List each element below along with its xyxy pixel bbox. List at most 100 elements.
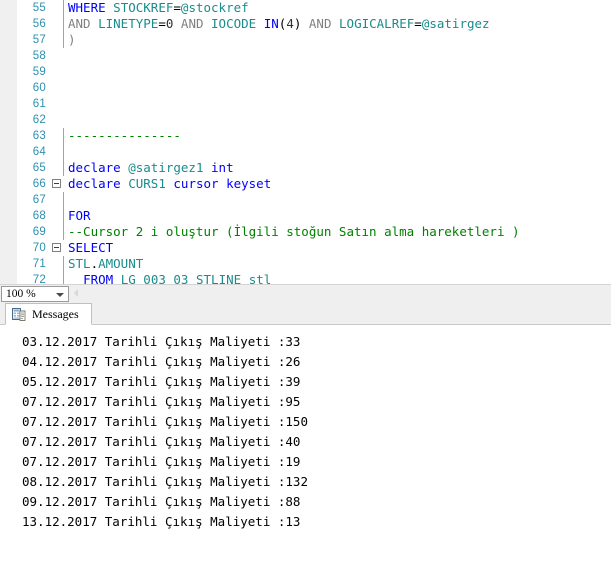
messages-output[interactable]: 03.12.2017 Tarihli Çıkış Maliyeti :33 04.… bbox=[0, 325, 611, 581]
code-line[interactable]: 61 bbox=[0, 96, 611, 112]
indent-guide bbox=[63, 160, 64, 176]
code-line[interactable]: 69 --Cursor 2 i oluştur (İlgili stoğun Sa… bbox=[0, 224, 611, 240]
zoom-level-dropdown[interactable]: 100 % bbox=[1, 286, 69, 302]
message-line: 04.12.2017 Tarihli Çıkış Maliyeti :26 bbox=[22, 354, 301, 369]
code-line[interactable]: 58 bbox=[0, 48, 611, 64]
code-token: AND bbox=[308, 16, 332, 31]
code-text: SELECT bbox=[68, 240, 113, 256]
line-number: 65 bbox=[32, 162, 46, 174]
line-number: 72 bbox=[32, 274, 46, 284]
code-token: keyset bbox=[226, 176, 272, 191]
code-line[interactable]: 60 bbox=[0, 80, 611, 96]
line-number: 60 bbox=[32, 82, 46, 94]
chevron-down-icon bbox=[56, 293, 64, 297]
code-token: IOCODE bbox=[211, 16, 257, 31]
code-token: = bbox=[158, 16, 166, 31]
collapse-toggle-icon[interactable] bbox=[52, 243, 61, 252]
code-text: WHERE STOCKREF=@stockref bbox=[68, 0, 249, 16]
code-line[interactable]: 57) bbox=[0, 32, 611, 48]
line-number: 67 bbox=[32, 194, 46, 206]
indent-guide bbox=[63, 144, 64, 160]
results-pane: Messages 03.12.2017 Tarihli Çıkış Maliye… bbox=[0, 302, 611, 581]
code-line[interactable]: 66 declare CURS1 cursor keyset bbox=[0, 176, 611, 192]
code-token: stl bbox=[248, 272, 272, 284]
message-line: 13.12.2017 Tarihli Çıkış Maliyeti :13 bbox=[22, 514, 301, 529]
message-line: 07.12.2017 Tarihli Çıkış Maliyeti :40 bbox=[22, 434, 301, 449]
indent-guide bbox=[63, 208, 64, 224]
code-text: FOR bbox=[68, 208, 91, 224]
code-token: STLINE bbox=[196, 272, 242, 284]
line-number: 69 bbox=[32, 226, 46, 238]
code-line[interactable]: 65 declare @satirgez1 int bbox=[0, 160, 611, 176]
line-number: 61 bbox=[32, 98, 46, 110]
indent-guide bbox=[63, 224, 64, 240]
code-token: @satirgez bbox=[421, 16, 490, 31]
indent-guide bbox=[63, 0, 64, 16]
code-line[interactable]: 72 FROM LG 003 03 STLINE stl bbox=[0, 272, 611, 284]
message-line: 03.12.2017 Tarihli Çıkış Maliyeti :33 bbox=[22, 334, 301, 349]
line-number: 68 bbox=[32, 210, 46, 222]
code-token: ) bbox=[68, 32, 76, 47]
code-line[interactable]: 67 bbox=[0, 192, 611, 208]
line-number: 66 bbox=[32, 178, 46, 190]
code-token: FOR bbox=[68, 208, 91, 223]
code-token: WHERE bbox=[68, 0, 106, 15]
collapse-toggle-icon[interactable] bbox=[52, 179, 61, 188]
code-text: declare CURS1 cursor keyset bbox=[68, 176, 271, 192]
code-token: LOGICALREF bbox=[339, 16, 415, 31]
code-token: SELECT bbox=[68, 240, 114, 255]
code-text: --Cursor 2 i oluştur (İlgili stoğun Satı… bbox=[68, 224, 520, 240]
code-line[interactable]: 56 AND LINETYPE=0 AND IOCODE IN(4) AND LO… bbox=[0, 16, 611, 32]
code-text: ) bbox=[68, 32, 76, 48]
code-line[interactable]: 71 STL.AMOUNT bbox=[0, 256, 611, 272]
code-token: AND bbox=[180, 16, 204, 31]
code-token: 4 bbox=[286, 16, 294, 31]
indent-guide bbox=[63, 16, 64, 32]
message-line: 07.12.2017 Tarihli Çıkış Maliyeti :95 bbox=[22, 394, 301, 409]
indent-guide bbox=[63, 128, 64, 144]
code-line[interactable]: 68 FOR bbox=[0, 208, 611, 224]
code-token: declare bbox=[68, 176, 121, 191]
editor-status-bar: 100 % bbox=[0, 284, 611, 302]
tab-messages[interactable]: Messages bbox=[5, 303, 92, 325]
code-token: 003 bbox=[143, 272, 166, 284]
message-line: 05.12.2017 Tarihli Çıkış Maliyeti :39 bbox=[22, 374, 301, 389]
code-token: STOCKREF bbox=[113, 0, 174, 15]
scroll-left-arrow-icon[interactable] bbox=[74, 289, 78, 297]
code-token: int bbox=[211, 160, 234, 175]
code-token: AMOUNT bbox=[98, 256, 144, 271]
code-token: CURS1 bbox=[128, 176, 166, 191]
code-line-list[interactable]: 55 WHERE STOCKREF=@stockref 56 AND LINETYPE… bbox=[0, 0, 611, 284]
line-number: 62 bbox=[32, 114, 46, 126]
code-text: FROM LG 003 03 STLINE stl bbox=[68, 272, 271, 284]
line-number: 63 bbox=[32, 130, 46, 142]
code-line[interactable]: 62 bbox=[0, 112, 611, 128]
line-number: 64 bbox=[32, 146, 46, 158]
code-line[interactable]: 55 WHERE STOCKREF=@stockref bbox=[0, 0, 611, 16]
code-token: . bbox=[90, 256, 99, 271]
code-line[interactable]: 59 bbox=[0, 64, 611, 80]
code-token: cursor bbox=[173, 176, 219, 191]
code-text: STL.AMOUNT bbox=[68, 256, 143, 272]
message-line: 08.12.2017 Tarihli Çıkış Maliyeti :132 bbox=[22, 474, 308, 489]
code-line[interactable]: 63 --------------- bbox=[0, 128, 611, 144]
line-number: 55 bbox=[32, 2, 46, 14]
code-line[interactable]: 70 SELECT bbox=[0, 240, 611, 256]
sql-editor-pane[interactable]: 55 WHERE STOCKREF=@stockref 56 AND LINETYPE… bbox=[0, 0, 611, 284]
line-number: 70 bbox=[32, 242, 46, 254]
line-number: 59 bbox=[32, 66, 46, 78]
zoom-level-value: 100 % bbox=[6, 288, 36, 300]
code-token: declare bbox=[68, 160, 121, 175]
code-line[interactable]: 64 bbox=[0, 144, 611, 160]
message-line: 07.12.2017 Tarihli Çıkış Maliyeti :150 bbox=[22, 414, 308, 429]
tab-messages-label: Messages bbox=[32, 306, 79, 321]
